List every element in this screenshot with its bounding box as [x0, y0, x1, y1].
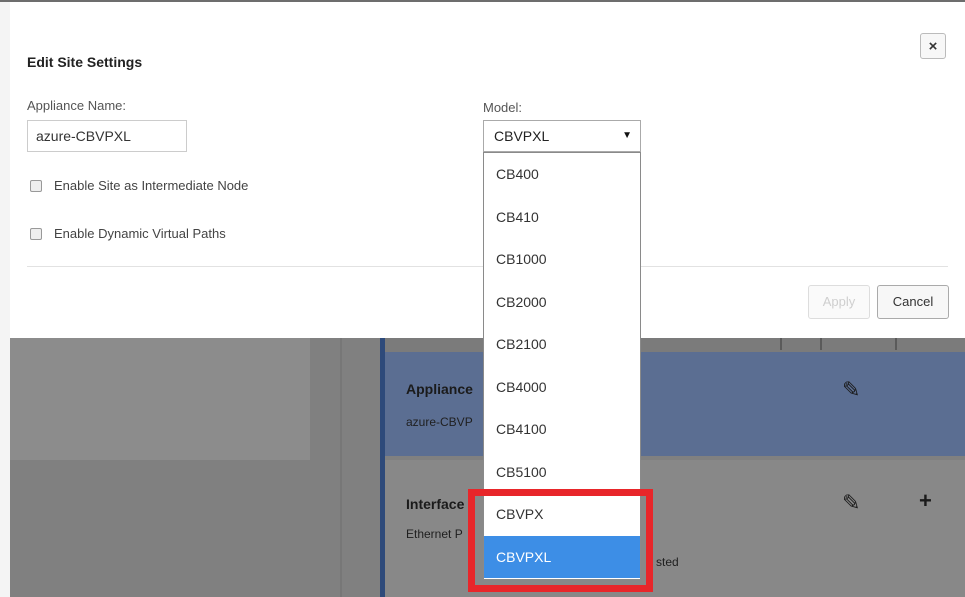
- pencil-icon[interactable]: ✎: [842, 377, 860, 403]
- left-edge-strip: [0, 0, 10, 597]
- pencil-icon[interactable]: ✎: [842, 490, 860, 516]
- cancel-button[interactable]: Cancel: [877, 285, 949, 319]
- model-option[interactable]: CB2000: [484, 281, 640, 324]
- apply-button[interactable]: Apply: [808, 285, 870, 319]
- appliance-name-input[interactable]: azure-CBVPXL: [27, 120, 187, 152]
- dialog-title: Edit Site Settings: [27, 54, 143, 70]
- intermediate-node-checkbox[interactable]: [30, 179, 42, 192]
- appliance-card[interactable]: [385, 352, 965, 456]
- column-tick: [820, 338, 822, 350]
- caret-down-icon: ▼: [622, 130, 632, 141]
- dynamic-paths-label: Enable Dynamic Virtual Paths: [54, 226, 226, 241]
- model-label: Model:: [483, 100, 523, 115]
- appliance-card-title: Appliance: [406, 381, 473, 397]
- background-card-header: [385, 338, 965, 352]
- model-select-value: CBVPXL: [494, 128, 550, 144]
- highlight-annotation-box: [468, 489, 653, 592]
- model-option[interactable]: CB5100: [484, 451, 640, 494]
- interfaces-card-partial-text: sted: [656, 555, 679, 569]
- interfaces-card-subtitle: Ethernet P: [406, 527, 463, 541]
- model-select[interactable]: CBVPXL ▼: [483, 120, 641, 152]
- close-button[interactable]: ×: [920, 33, 946, 59]
- intermediate-node-label: Enable Site as Intermediate Node: [54, 178, 249, 193]
- plus-icon[interactable]: +: [919, 488, 932, 514]
- appliance-card-subtitle: azure-CBVP: [406, 415, 473, 429]
- dynamic-paths-checkbox-row[interactable]: Enable Dynamic Virtual Paths: [30, 226, 226, 241]
- column-tick: [895, 338, 897, 350]
- dynamic-paths-checkbox[interactable]: [30, 227, 42, 240]
- background-divider: [340, 338, 342, 597]
- model-option[interactable]: CB400: [484, 153, 640, 196]
- interfaces-card-title: Interface: [406, 496, 465, 512]
- column-tick: [780, 338, 782, 350]
- intermediate-node-checkbox-row[interactable]: Enable Site as Intermediate Node: [30, 178, 248, 193]
- appliance-name-label: Appliance Name:: [27, 98, 126, 113]
- model-option[interactable]: CB4000: [484, 366, 640, 409]
- background-panel-left: [10, 338, 310, 460]
- model-option[interactable]: CB4100: [484, 408, 640, 451]
- model-option[interactable]: CB2100: [484, 323, 640, 366]
- model-option[interactable]: CB1000: [484, 238, 640, 281]
- model-option[interactable]: CB410: [484, 196, 640, 239]
